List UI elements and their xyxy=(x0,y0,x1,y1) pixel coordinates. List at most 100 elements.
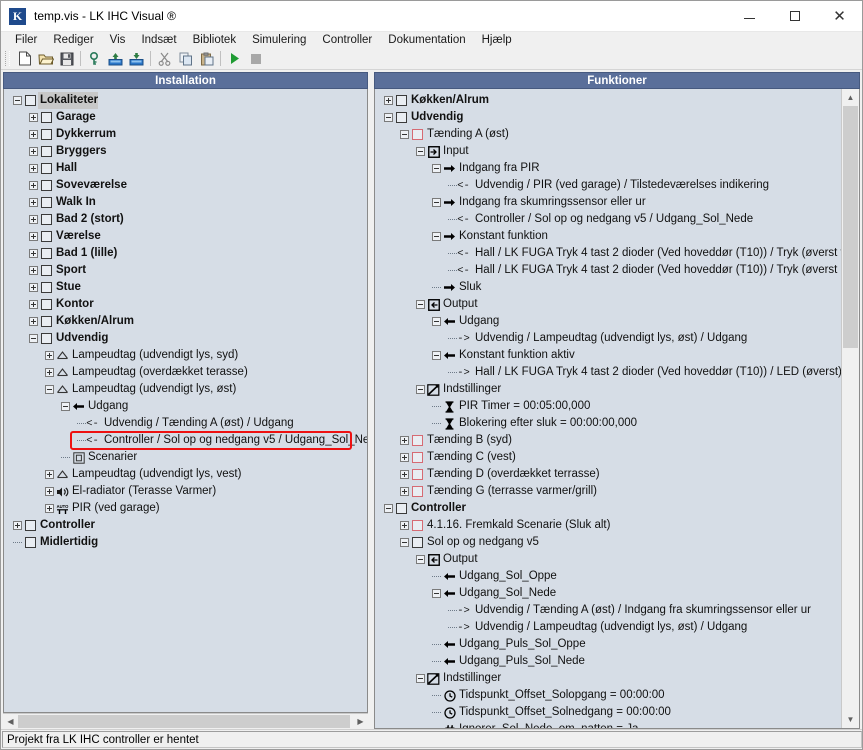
collapse-minus-icon[interactable] xyxy=(12,92,23,109)
tree-row[interactable]: Dykkerrum xyxy=(4,126,367,143)
stop-simulation-icon[interactable] xyxy=(245,49,266,68)
tree-row[interactable]: Output xyxy=(375,551,841,568)
menu-vis[interactable]: Vis xyxy=(102,32,134,48)
tree-row[interactable]: Controller xyxy=(375,500,841,517)
expand-plus-icon[interactable] xyxy=(28,296,39,313)
tree-row[interactable]: Lampeudtag (udvendigt lys, øst) xyxy=(4,381,367,398)
expand-plus-icon[interactable] xyxy=(28,262,39,279)
open-icon[interactable] xyxy=(35,49,56,68)
run-simulation-icon[interactable] xyxy=(224,49,245,68)
tree-row[interactable]: Scenarier xyxy=(4,449,367,466)
tree-row[interactable]: Køkken/Alrum xyxy=(375,92,841,109)
tree-row[interactable]: Indstillinger xyxy=(375,381,841,398)
tree-row[interactable]: Tænding G (terrasse varmer/grill) xyxy=(375,483,841,500)
new-icon[interactable] xyxy=(14,49,35,68)
tree-row[interactable]: Udgang_Puls_Sol_Nede xyxy=(375,653,841,670)
expand-plus-icon[interactable] xyxy=(12,517,23,534)
tree-row[interactable]: -> Udvendig / Lampeudtag (udvendigt lys, … xyxy=(375,330,841,347)
expand-plus-icon[interactable] xyxy=(28,211,39,228)
collapse-minus-icon[interactable] xyxy=(415,381,426,398)
tree-row[interactable]: Værelse xyxy=(4,228,367,245)
tree-row[interactable]: <- Hall / LK FUGA Tryk 4 tast 2 dioder (V… xyxy=(375,245,841,262)
expand-plus-icon[interactable] xyxy=(28,228,39,245)
close-button[interactable]: ✕ xyxy=(817,1,862,31)
tree-row[interactable]: Tidspunkt_Offset_Solopgang = 00:00:00 xyxy=(375,687,841,704)
expand-plus-icon[interactable] xyxy=(28,126,39,143)
hscroll-thumb[interactable] xyxy=(18,715,350,728)
menu-indsaet[interactable]: Indsæt xyxy=(133,32,184,48)
tree-row[interactable]: Walk In xyxy=(4,194,367,211)
expand-plus-icon[interactable] xyxy=(44,500,55,517)
menu-simulering[interactable]: Simulering xyxy=(244,32,314,48)
expand-plus-icon[interactable] xyxy=(383,92,394,109)
expand-plus-icon[interactable] xyxy=(28,143,39,160)
collapse-minus-icon[interactable] xyxy=(431,585,442,602)
vscroll-thumb[interactable] xyxy=(843,106,858,348)
hscroll-track[interactable] xyxy=(18,714,353,729)
tree-row[interactable]: Lokaliteter xyxy=(4,92,367,109)
collapse-minus-icon[interactable] xyxy=(415,551,426,568)
collapse-minus-icon[interactable] xyxy=(431,160,442,177)
expand-plus-icon[interactable] xyxy=(28,109,39,126)
vscroll-up-arrow[interactable]: ▲ xyxy=(842,89,859,106)
expand-plus-icon[interactable] xyxy=(399,466,410,483)
expand-plus-icon[interactable] xyxy=(44,364,55,381)
expand-plus-icon[interactable] xyxy=(28,279,39,296)
expand-plus-icon[interactable] xyxy=(399,483,410,500)
collapse-minus-icon[interactable] xyxy=(431,228,442,245)
tree-row[interactable]: Sluk xyxy=(375,279,841,296)
tree-row[interactable]: Udvendig xyxy=(4,330,367,347)
tree-row[interactable]: Output xyxy=(375,296,841,313)
menu-bibliotek[interactable]: Bibliotek xyxy=(185,32,244,48)
tree-row[interactable]: Ignorer_Sol_Nede_om_natten = Ja xyxy=(375,721,841,728)
tree-row[interactable]: PIR Timer = 00:05:00,000 xyxy=(375,398,841,415)
collapse-minus-icon[interactable] xyxy=(431,313,442,330)
tree-row[interactable]: <- Hall / LK FUGA Tryk 4 tast 2 dioder (V… xyxy=(375,262,841,279)
expand-plus-icon[interactable] xyxy=(44,466,55,483)
tree-row[interactable]: Udvendig xyxy=(375,109,841,126)
tree-row[interactable]: Tænding C (vest) xyxy=(375,449,841,466)
collapse-minus-icon[interactable] xyxy=(44,381,55,398)
maximize-button[interactable] xyxy=(772,1,817,31)
hscroll-right-arrow[interactable]: ▶ xyxy=(353,714,368,729)
expand-plus-icon[interactable] xyxy=(44,483,55,500)
tree-row[interactable]: <- Controller / Sol op og nedgang v5 / Ud… xyxy=(375,211,841,228)
tree-row[interactable]: Bad 1 (lille) xyxy=(4,245,367,262)
collapse-minus-icon[interactable] xyxy=(431,194,442,211)
expand-plus-icon[interactable] xyxy=(28,160,39,177)
installation-hscrollbar[interactable]: ◀ ▶ xyxy=(3,713,368,729)
collapse-minus-icon[interactable] xyxy=(431,347,442,364)
upload-to-controller-icon[interactable] xyxy=(126,49,147,68)
tree-row[interactable]: Tidspunkt_Offset_Solnedgang = 00:00:00 xyxy=(375,704,841,721)
vscroll-track[interactable] xyxy=(842,106,859,711)
tree-row[interactable]: Stue xyxy=(4,279,367,296)
help-key-icon[interactable] xyxy=(84,49,105,68)
tree-row[interactable]: Udgang_Sol_Nede xyxy=(375,585,841,602)
tree-row[interactable]: Soveværelse xyxy=(4,177,367,194)
tree-row[interactable]: Tænding A (øst) xyxy=(375,126,841,143)
tree-row[interactable]: Controller xyxy=(4,517,367,534)
collapse-minus-icon[interactable] xyxy=(415,296,426,313)
collapse-minus-icon[interactable] xyxy=(60,398,71,415)
menu-dokumentation[interactable]: Dokumentation xyxy=(380,32,473,48)
paste-icon[interactable] xyxy=(196,49,217,68)
expand-plus-icon[interactable] xyxy=(399,432,410,449)
tree-row[interactable]: <- Udvendig / Tænding A (øst) / Udgang xyxy=(4,415,367,432)
tree-row[interactable]: 4.1.16. Fremkald Scenarie (Sluk alt) xyxy=(375,517,841,534)
expand-plus-icon[interactable] xyxy=(399,517,410,534)
tree-row[interactable]: Sport xyxy=(4,262,367,279)
tree-row[interactable]: Indstillinger xyxy=(375,670,841,687)
tree-row[interactable]: AUTO PIR (ved garage) xyxy=(4,500,367,517)
tree-row[interactable]: Hall xyxy=(4,160,367,177)
tree-row[interactable]: <- Udvendig / PIR (ved garage) / Tilstede… xyxy=(375,177,841,194)
expand-plus-icon[interactable] xyxy=(28,313,39,330)
expand-plus-icon[interactable] xyxy=(28,194,39,211)
tree-row[interactable]: -> Udvendig / Tænding A (øst) / Indgang f… xyxy=(375,602,841,619)
tree-row[interactable]: Tænding D (overdækket terrasse) xyxy=(375,466,841,483)
funktioner-vscrollbar[interactable]: ▲ ▼ xyxy=(841,89,859,728)
menu-hjaelp[interactable]: Hjælp xyxy=(474,32,520,48)
tree-row[interactable]: Garage xyxy=(4,109,367,126)
collapse-minus-icon[interactable] xyxy=(28,330,39,347)
tree-row[interactable]: Lampeudtag (udvendigt lys, vest) xyxy=(4,466,367,483)
vscroll-down-arrow[interactable]: ▼ xyxy=(842,711,859,728)
